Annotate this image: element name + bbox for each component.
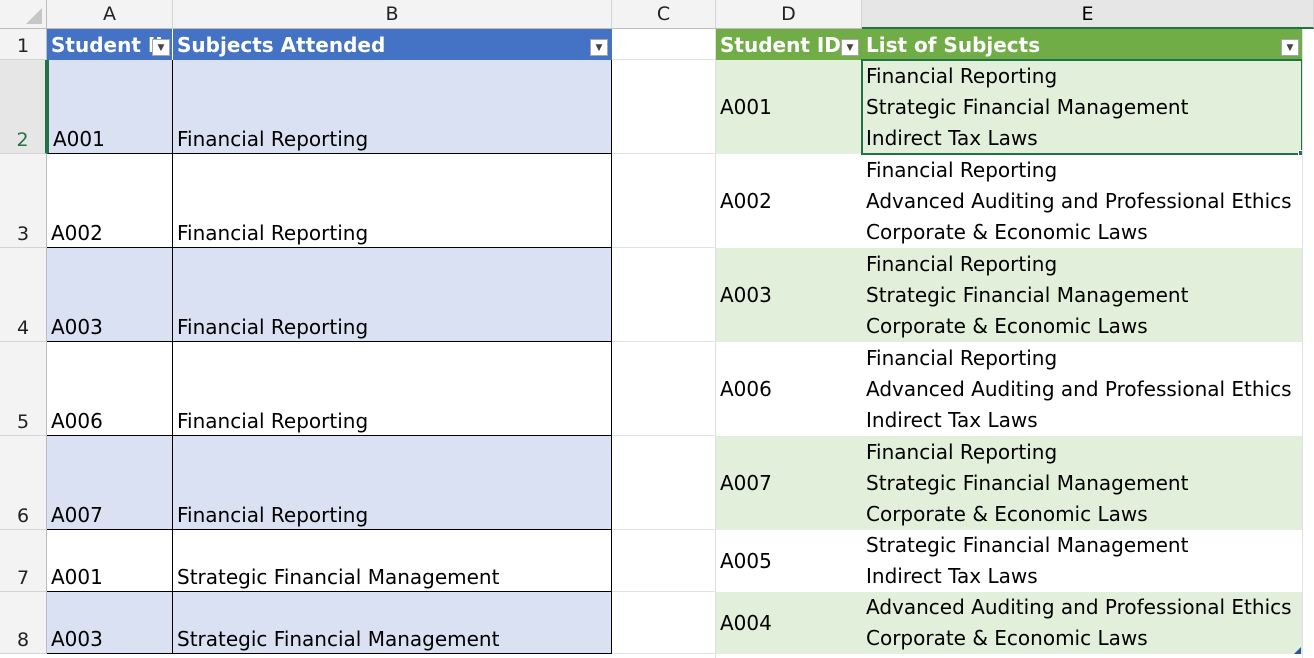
column-header-a[interactable]: A [47, 0, 173, 29]
filter-dropdown-icon[interactable]: ▼ [152, 39, 170, 56]
column-header-c[interactable]: C [612, 0, 716, 29]
table1-header-subjects[interactable]: Subjects Attended [173, 29, 612, 60]
subject-line: Advanced Auditing and Professional Ethic… [866, 189, 1292, 213]
table2-cell-subjects[interactable]: Financial Reporting Advanced Auditing an… [862, 342, 1302, 436]
table-resize-handle[interactable] [1294, 647, 1301, 654]
table2-cell-id[interactable]: A004 [716, 592, 862, 654]
row-header-3[interactable]: 3 [0, 154, 47, 248]
table1-cell-subject[interactable]: Financial Reporting [173, 436, 612, 530]
column-header-e[interactable]: E [862, 0, 1314, 29]
subject-line: Financial Reporting [866, 158, 1058, 182]
table1-cell-subject[interactable]: Financial Reporting [173, 154, 612, 248]
row-header-6[interactable]: 6 [0, 436, 47, 530]
table1-header-student-id-label: Student II [51, 32, 163, 57]
table1-cell-id[interactable]: A001 [47, 60, 173, 154]
table2-cell-subjects[interactable]: Financial Reporting Advanced Auditing an… [862, 154, 1302, 248]
active-cell-selection [861, 59, 1303, 155]
table1-header-subjects-label: Subjects Attended [177, 32, 386, 57]
table2-cell-id[interactable]: A003 [716, 248, 862, 342]
table2-cell-subjects[interactable]: Advanced Auditing and Professional Ethic… [862, 592, 1302, 654]
subject-line: Financial Reporting [866, 440, 1058, 464]
subject-line: Indirect Tax Laws [866, 564, 1038, 588]
column-header-d[interactable]: D [716, 0, 862, 29]
subject-line: Strategic Financial Management [866, 533, 1189, 557]
table1-cell-subject[interactable]: Strategic Financial Management [173, 530, 612, 592]
select-all-corner-icon [26, 8, 42, 24]
filter-dropdown-icon[interactable]: ▼ [1281, 39, 1299, 56]
table1-cell-id[interactable]: A002 [47, 154, 173, 248]
filter-dropdown-icon[interactable]: ▼ [590, 39, 608, 56]
table2-cell-id[interactable]: A005 [716, 530, 862, 592]
row-header-7[interactable]: 7 [0, 530, 47, 592]
table1-cell-id[interactable]: A006 [47, 342, 173, 436]
subject-line: Advanced Auditing and Professional Ethic… [866, 595, 1292, 619]
table2-header-subjects-label: List of Subjects [866, 32, 1041, 57]
table1-cell-id[interactable]: A003 [47, 592, 173, 654]
select-all-corner[interactable] [0, 0, 47, 29]
table1-cell-subject[interactable]: Financial Reporting [173, 248, 612, 342]
subject-line: Corporate & Economic Laws [866, 626, 1148, 650]
subject-line: Advanced Auditing and Professional Ethic… [866, 377, 1292, 401]
table2-cell-subjects[interactable]: Financial Reporting Strategic Financial … [862, 436, 1302, 530]
row-header-4[interactable]: 4 [0, 248, 47, 342]
subject-line: Indirect Tax Laws [866, 408, 1038, 432]
subject-line: Corporate & Economic Laws [866, 220, 1148, 244]
subject-line: Corporate & Economic Laws [866, 502, 1148, 526]
column-header-b[interactable]: B [173, 0, 612, 29]
subject-line: Corporate & Economic Laws [866, 314, 1148, 338]
filter-dropdown-icon[interactable]: ▼ [841, 39, 859, 56]
table1-cell-id[interactable]: A001 [47, 530, 173, 592]
table1-cell-subject[interactable]: Financial Reporting [173, 342, 612, 436]
table2-cell-id[interactable]: A002 [716, 154, 862, 248]
row-header-2[interactable]: 2 [0, 60, 47, 154]
subject-line: Strategic Financial Management [866, 283, 1189, 307]
table1-cell-id[interactable]: A003 [47, 248, 173, 342]
table1-cell-id[interactable]: A007 [47, 436, 173, 530]
table2-cell-id[interactable]: A007 [716, 436, 862, 530]
subject-line: Financial Reporting [866, 346, 1058, 370]
row-header-5[interactable]: 5 [0, 342, 47, 436]
subject-line: Strategic Financial Management [866, 471, 1189, 495]
table2-header-student-id-label: Student ID [720, 32, 841, 57]
table1-cell-subject[interactable]: Strategic Financial Management [173, 592, 612, 654]
table2-cell-id[interactable]: A001 [716, 60, 862, 154]
table1-cell-subject[interactable]: Financial Reporting [173, 60, 612, 154]
subject-line: Financial Reporting [866, 252, 1058, 276]
table2-cell-subjects[interactable]: Financial Reporting Strategic Financial … [862, 248, 1302, 342]
table2-cell-subjects[interactable]: Strategic Financial Management Indirect … [862, 530, 1302, 592]
table2-header-subjects[interactable]: List of Subjects [862, 29, 1302, 60]
table2-cell-id[interactable]: A006 [716, 342, 862, 436]
row-header-8[interactable]: 8 [0, 592, 47, 654]
row-header-1[interactable]: 1 [0, 29, 47, 60]
